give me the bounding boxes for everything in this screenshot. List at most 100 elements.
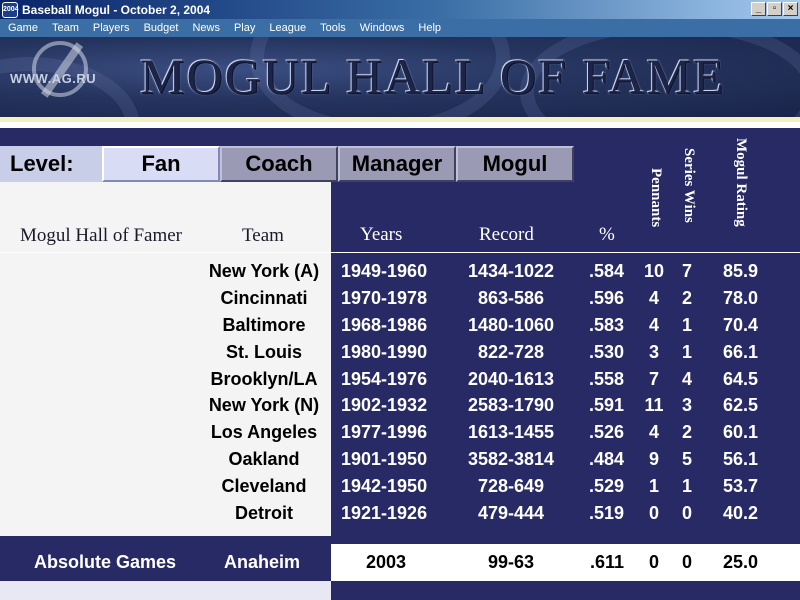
table-row[interactable]: Brooklyn/LA 1954-1976 2040-1613 .558 7 4… bbox=[0, 366, 800, 393]
minimize-button[interactable]: _ bbox=[751, 2, 766, 16]
current-team: Anaheim bbox=[224, 552, 301, 572]
cell-rating: 53.7 bbox=[722, 476, 758, 496]
app-icon: 2004 bbox=[2, 1, 19, 18]
cell-years: 1921-1926 bbox=[341, 503, 428, 523]
current-rating: 25.0 bbox=[722, 552, 758, 572]
cell-pct: .558 bbox=[588, 369, 624, 389]
banner-title: MOGUL HALL OF FAME bbox=[140, 48, 726, 104]
footer-strip bbox=[0, 581, 800, 600]
cell-team: Detroit bbox=[235, 503, 293, 523]
current-record: 99-63 bbox=[487, 552, 535, 572]
col-header-pennants[interactable]: Pennants bbox=[647, 168, 664, 227]
cell-team: New York (N) bbox=[208, 395, 320, 415]
menu-windows[interactable]: Windows bbox=[352, 22, 411, 34]
cell-years: 1980-1990 bbox=[341, 342, 428, 362]
menu-bar: Game Team Players Budget News Play Leagu… bbox=[0, 19, 800, 37]
cell-rating: 60.1 bbox=[722, 422, 758, 442]
current-pct: .611 bbox=[589, 552, 624, 572]
col-header-series-wins[interactable]: Series Wins bbox=[680, 148, 697, 223]
table-row[interactable]: New York (N) 1902-1932 2583-1790 .591 11… bbox=[0, 392, 800, 419]
watermark-text: WWW.AG.RU bbox=[10, 71, 97, 86]
table-row[interactable]: Oakland 1901-1950 3582-3814 .484 9 5 56.… bbox=[0, 446, 800, 473]
hall-of-fame-banner: WWW.AG.RU MOGUL HALL OF FAME bbox=[0, 37, 800, 117]
table-row[interactable]: Detroit 1921-1926 479-444 .519 0 0 40.2 bbox=[0, 500, 800, 527]
cell-rating: 70.4 bbox=[722, 315, 758, 335]
menu-team[interactable]: Team bbox=[44, 22, 85, 34]
col-header-pct[interactable]: % bbox=[599, 224, 615, 246]
level-fan-button[interactable]: Fan bbox=[102, 146, 220, 182]
menu-play[interactable]: Play bbox=[226, 22, 261, 34]
close-button[interactable]: × bbox=[783, 2, 798, 16]
cell-team: New York (A) bbox=[208, 261, 320, 281]
cell-team: Los Angeles bbox=[210, 422, 318, 442]
menu-players[interactable]: Players bbox=[85, 22, 136, 34]
level-selector: Level: Fan Coach Manager Mogul bbox=[0, 146, 574, 182]
menu-game[interactable]: Game bbox=[0, 22, 44, 34]
cell-team: St. Louis bbox=[226, 342, 302, 362]
restore-button[interactable]: ▫ bbox=[767, 2, 782, 16]
cell-record: 1480-1060 bbox=[467, 315, 555, 335]
col-header-name[interactable]: Mogul Hall of Famer bbox=[20, 225, 182, 247]
cell-record: 1434-1022 bbox=[467, 261, 555, 281]
cell-team: Baltimore bbox=[222, 315, 306, 335]
cell-rating: 78.0 bbox=[722, 288, 758, 308]
cell-pct: .596 bbox=[588, 288, 624, 308]
cell-years: 1902-1932 bbox=[341, 395, 428, 415]
cell-pct: .484 bbox=[588, 449, 624, 469]
cell-years: 1942-1950 bbox=[341, 476, 428, 496]
level-coach-button[interactable]: Coach bbox=[220, 146, 338, 182]
cell-rating: 64.5 bbox=[722, 369, 758, 389]
cell-pct: .529 bbox=[588, 476, 624, 496]
cell-pct: .526 bbox=[588, 422, 624, 442]
cell-rating: 62.5 bbox=[722, 395, 758, 415]
menu-help[interactable]: Help bbox=[410, 22, 447, 34]
table-row[interactable]: St. Louis 1980-1990 822-728 .530 3 1 66.… bbox=[0, 339, 800, 366]
cell-pct: .584 bbox=[588, 261, 624, 281]
level-manager-button[interactable]: Manager bbox=[338, 146, 456, 182]
cell-years: 1977-1996 bbox=[341, 422, 428, 442]
current-mogul-row[interactable]: Absolute Games Anaheim 2003 99-63 .611 0… bbox=[0, 544, 800, 581]
cell-team: Cleveland bbox=[221, 476, 307, 496]
col-header-rating[interactable]: Mogul Rating bbox=[732, 138, 749, 227]
menu-news[interactable]: News bbox=[184, 22, 226, 34]
cell-record: 479-444 bbox=[477, 503, 545, 523]
title-bar: 2004 Baseball Mogul - October 2, 2004 _ … bbox=[0, 0, 800, 19]
cell-pct: .591 bbox=[588, 395, 624, 415]
cell-team: Cincinnati bbox=[220, 288, 308, 308]
cell-years: 1901-1950 bbox=[341, 449, 428, 469]
level-mogul-button[interactable]: Mogul bbox=[456, 146, 574, 182]
cell-record: 863-586 bbox=[477, 288, 545, 308]
cell-years: 1968-1986 bbox=[341, 315, 428, 335]
window-controls: _ ▫ × bbox=[751, 2, 798, 16]
cell-pct: .583 bbox=[588, 315, 624, 335]
cell-years: 1954-1976 bbox=[341, 369, 428, 389]
cell-record: 728-649 bbox=[477, 476, 545, 496]
table-row[interactable]: Cleveland 1942-1950 728-649 .529 1 1 53.… bbox=[0, 473, 800, 500]
cell-record: 822-728 bbox=[477, 342, 545, 362]
table-row[interactable]: Cincinnati 1970-1978 863-586 .596 4 2 78… bbox=[0, 285, 800, 312]
table-row[interactable]: New York (A) 1949-1960 1434-1022 .584 10… bbox=[0, 258, 800, 285]
col-header-years[interactable]: Years bbox=[360, 224, 402, 246]
menu-tools[interactable]: Tools bbox=[312, 22, 352, 34]
cell-team: Brooklyn/LA bbox=[210, 369, 318, 389]
col-header-team[interactable]: Team bbox=[242, 225, 284, 247]
cell-rating: 85.9 bbox=[722, 261, 758, 281]
col-header-record[interactable]: Record bbox=[479, 224, 534, 246]
window-title: Baseball Mogul - October 2, 2004 bbox=[22, 2, 211, 17]
table-row[interactable]: Baltimore 1968-1986 1480-1060 .583 4 1 7… bbox=[0, 312, 800, 339]
cell-record: 2040-1613 bbox=[467, 369, 555, 389]
table-row[interactable]: Los Angeles 1977-1996 1613-1455 .526 4 2… bbox=[0, 419, 800, 446]
banner-divider bbox=[0, 117, 800, 122]
watermark-logo-icon bbox=[32, 41, 88, 97]
cell-rating: 66.1 bbox=[722, 342, 758, 362]
level-label: Level: bbox=[0, 146, 102, 182]
cell-rating: 56.1 bbox=[722, 449, 758, 469]
cell-team: Oakland bbox=[228, 449, 300, 469]
menu-budget[interactable]: Budget bbox=[136, 22, 185, 34]
cell-years: 1949-1960 bbox=[341, 261, 428, 281]
cell-years: 1970-1978 bbox=[341, 288, 428, 308]
menu-league[interactable]: League bbox=[261, 22, 312, 34]
cell-record: 2583-1790 bbox=[467, 395, 555, 415]
current-years: 2003 bbox=[366, 552, 407, 572]
cell-record: 3582-3814 bbox=[467, 449, 555, 469]
